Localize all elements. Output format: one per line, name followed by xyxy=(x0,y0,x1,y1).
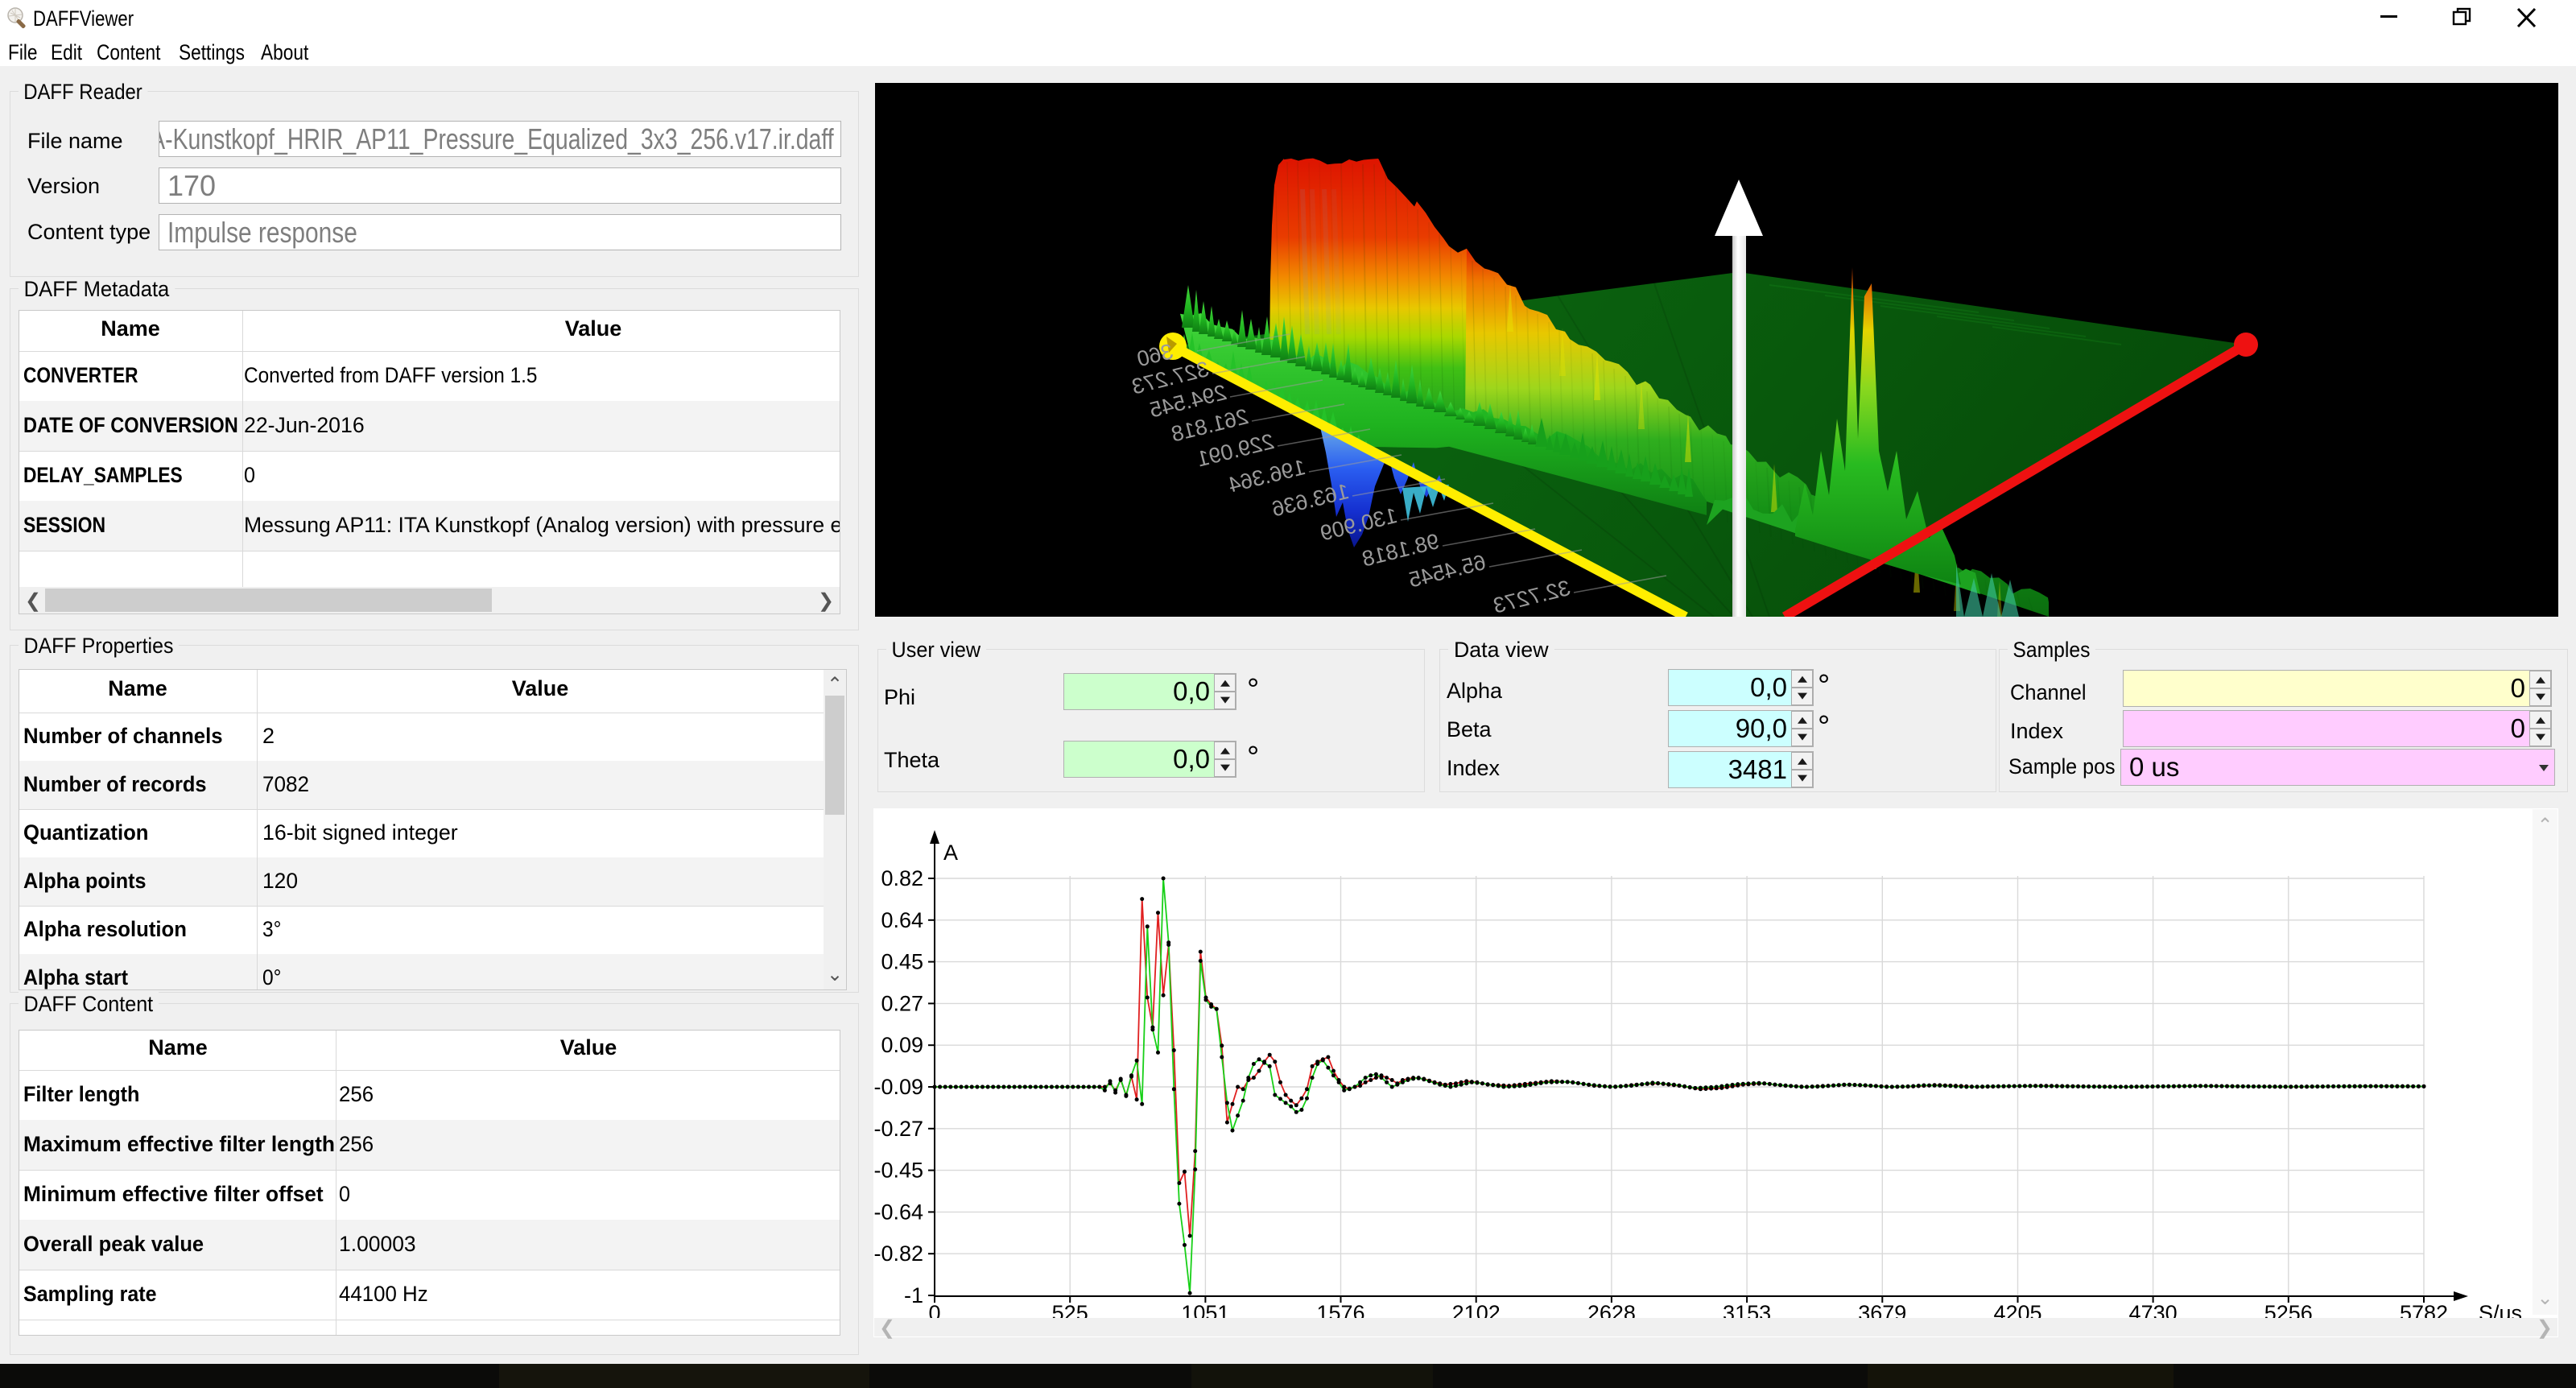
svg-text:-1: -1 xyxy=(904,1283,923,1307)
svg-text:A: A xyxy=(943,841,958,865)
svg-text:-0.82: -0.82 xyxy=(873,1241,923,1266)
svg-text:-0.09: -0.09 xyxy=(873,1075,923,1099)
svg-text:0.27: 0.27 xyxy=(881,991,923,1015)
svg-text:-0.64: -0.64 xyxy=(873,1200,923,1224)
svg-text:-0.27: -0.27 xyxy=(873,1117,923,1141)
svg-text:0.09: 0.09 xyxy=(881,1033,923,1057)
svg-text:0.82: 0.82 xyxy=(881,866,923,890)
svg-text:-0.45: -0.45 xyxy=(873,1159,923,1183)
svg-text:0.64: 0.64 xyxy=(881,908,923,932)
svg-text:0.45: 0.45 xyxy=(881,950,923,974)
